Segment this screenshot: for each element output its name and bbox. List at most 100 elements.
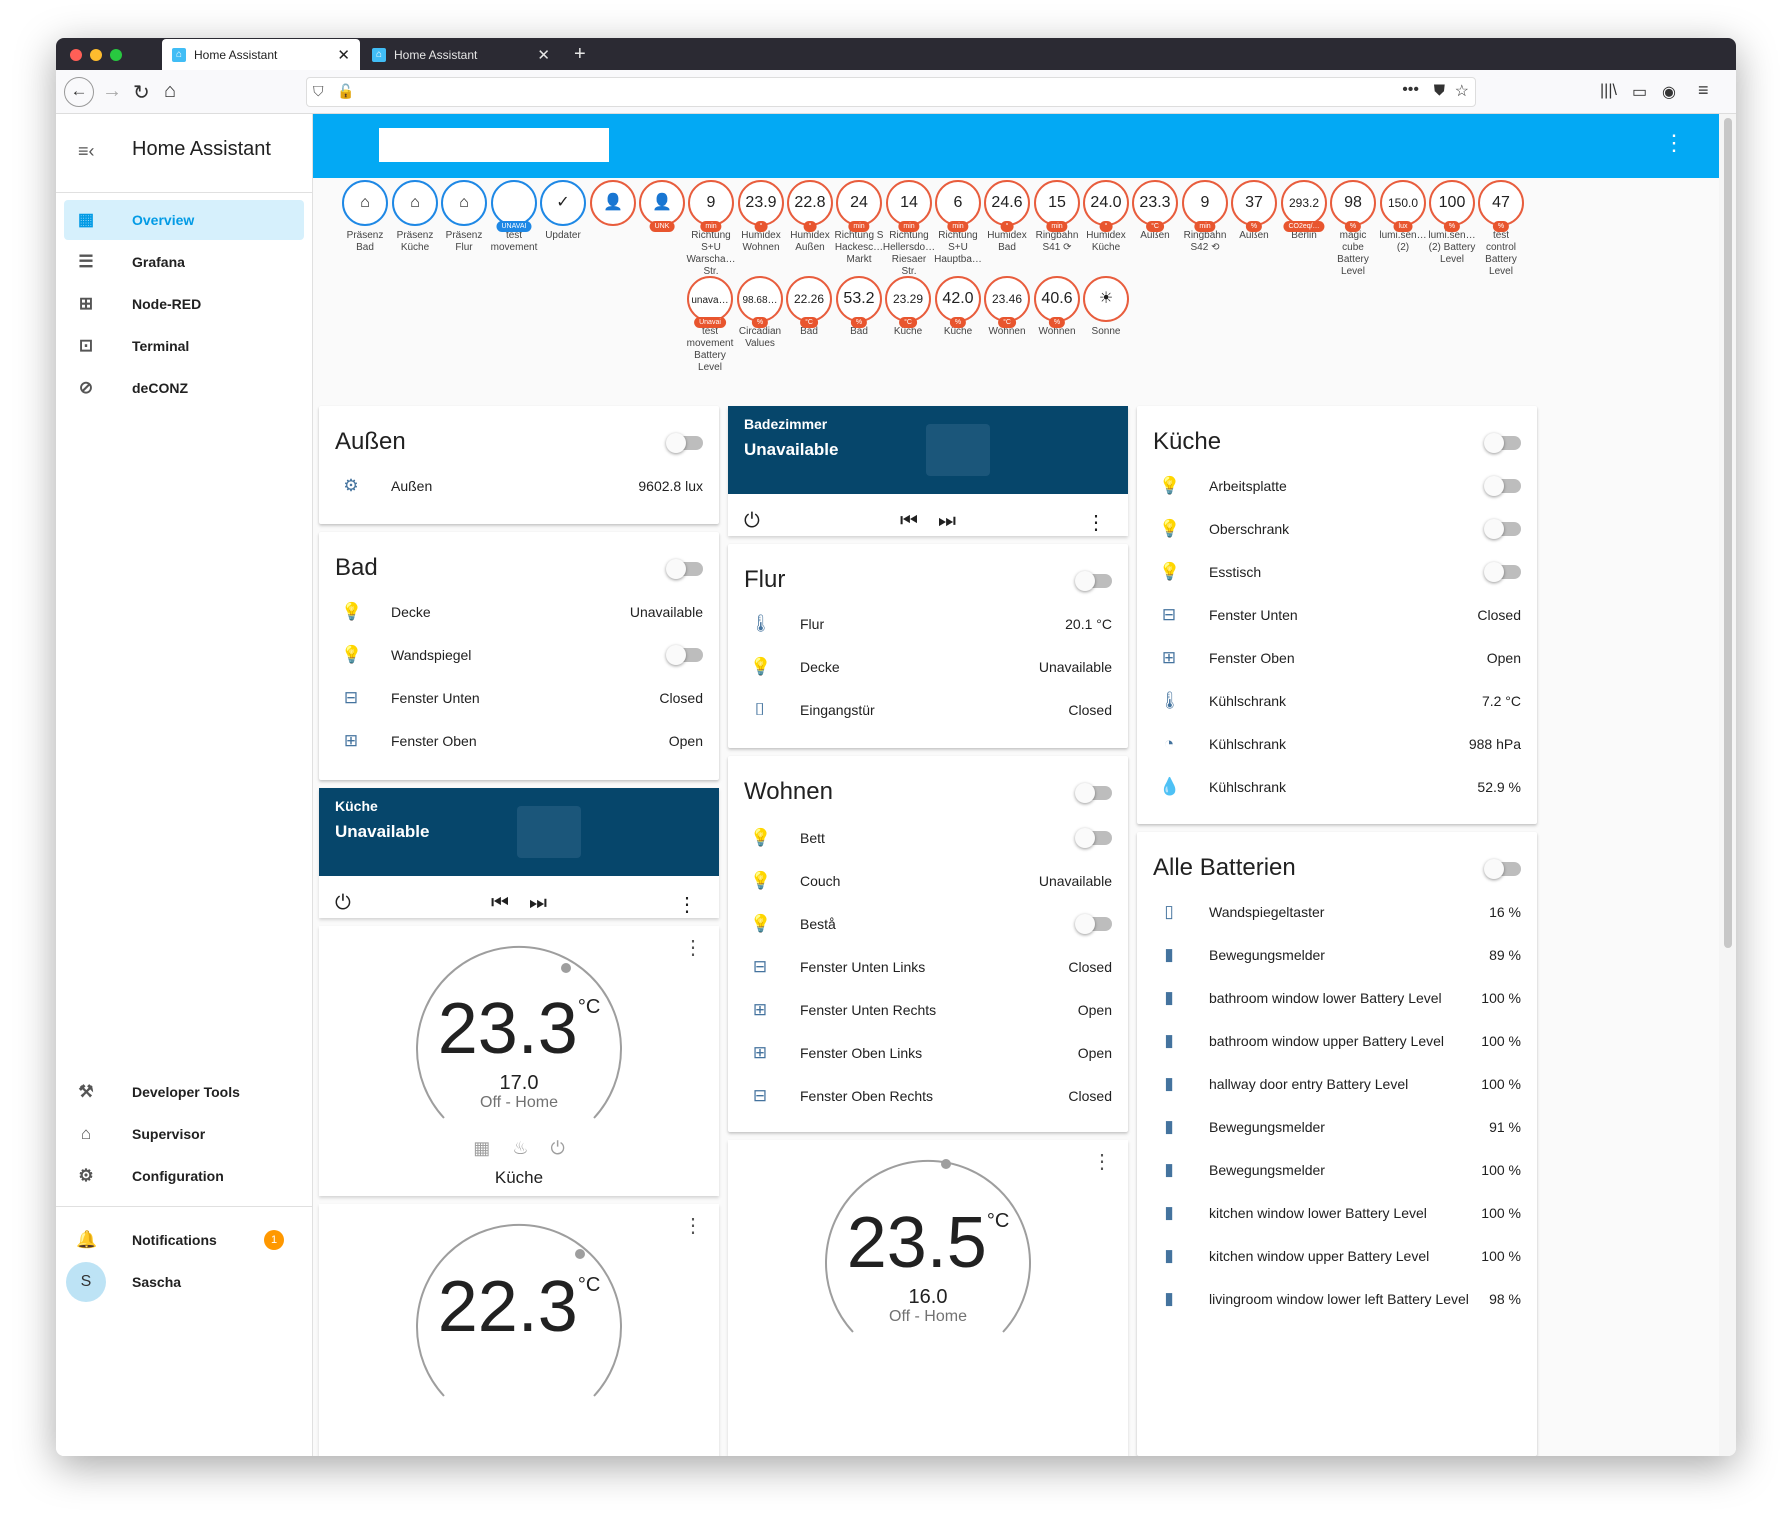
entity-row[interactable]: ⚙ Außen 9602.8 lux (319, 466, 719, 506)
menu-icon[interactable]: ≡ (1698, 80, 1709, 101)
overflow-menu-icon[interactable]: ⋮ (1086, 510, 1106, 535)
card-toggle[interactable] (1075, 571, 1112, 591)
badge[interactable]: ☀ Sonne (1076, 276, 1136, 338)
entity-row[interactable]: ▮ kitchen window upper Battery Level 100 % (1137, 1236, 1537, 1276)
badge-circle: 22.8 ° (787, 180, 833, 232)
account-icon[interactable]: ◉ (1662, 82, 1676, 102)
entity-toggle[interactable] (1075, 914, 1112, 934)
bookmark-star-icon[interactable]: ☆ (1455, 81, 1469, 101)
card-toggle[interactable] (1075, 783, 1112, 803)
entity-toggle[interactable] (1075, 828, 1112, 848)
next-track-icon[interactable]: ⏭ (529, 892, 547, 915)
url-bar[interactable]: ⛉ 🔓 ••• ⛊ ☆ (306, 77, 1476, 107)
entity-row[interactable]: 💡 Esstisch (1137, 552, 1537, 592)
next-track-icon[interactable]: ⏭ (938, 510, 956, 533)
entity-row[interactable]: ▮ Bewegungsmelder 100 % (1137, 1150, 1537, 1190)
card-toggle[interactable] (666, 433, 703, 453)
card-title: Wohnen (744, 778, 833, 805)
close-tab-icon[interactable]: ✕ (337, 46, 350, 64)
badge-circle: 150.0 lux (1380, 180, 1426, 232)
power-icon[interactable]: ⏻ (744, 510, 760, 533)
entity-row[interactable]: ⊟ Fenster Oben Rechts Closed (728, 1076, 1128, 1116)
menu-collapse-icon[interactable]: ≡‹ (78, 141, 95, 162)
entity-row[interactable]: 💡 Bett (728, 818, 1128, 858)
forward-icon[interactable]: → (102, 80, 122, 103)
previous-track-icon[interactable]: ⏮ (900, 510, 918, 533)
library-icon[interactable]: |||\ (1600, 82, 1617, 100)
entity-row[interactable]: ◔ Kühlschrank 988 hPa (1137, 724, 1537, 764)
sidebar-item-notifications[interactable]: 🔔 Notifications 1 (64, 1220, 304, 1260)
entity-toggle[interactable] (1484, 519, 1521, 539)
battery-icon: ▮ (1164, 1203, 1174, 1222)
entity-row[interactable]: ⊟ Fenster Unten Closed (1137, 595, 1537, 635)
scrollbar[interactable] (1719, 114, 1736, 1456)
overflow-menu-icon[interactable]: ⋮ (683, 1216, 703, 1236)
back-icon[interactable]: ← (64, 77, 94, 107)
previous-track-icon[interactable]: ⏮ (491, 892, 509, 915)
entity-row[interactable]: ⊞ Fenster Oben Links Open (728, 1033, 1128, 1073)
entity-row[interactable]: 🌡 Kühlschrank 7.2 °C (1137, 681, 1537, 721)
entity-row[interactable]: 💧 Kühlschrank 52.9 % (1137, 767, 1537, 807)
sidebar-toggle-icon[interactable]: ▭ (1632, 82, 1647, 102)
badge[interactable]: 47% test control Battery Level (1471, 180, 1531, 278)
entity-row[interactable]: ▮ kitchen window lower Battery Level 100 % (1137, 1193, 1537, 1233)
entity-row[interactable]: 💡 Arbeitsplatte (1137, 466, 1537, 506)
entity-row[interactable]: ▯ Wandspiegeltaster 16 % (1137, 892, 1537, 932)
sidebar-item-overview[interactable]: ▦ Overview (64, 200, 304, 240)
tab-home-assistant-1[interactable]: ⌂ Home Assistant ✕ (162, 39, 360, 70)
sidebar-item-developer-tools[interactable]: ⚒ Developer Tools (64, 1072, 304, 1112)
card-toggle[interactable] (1484, 433, 1521, 453)
entity-row[interactable]: ▮ livingroom window lower left Battery Le… (1137, 1279, 1537, 1319)
sidebar-item-deconz[interactable]: ⊘ deCONZ (64, 368, 304, 408)
entity-row[interactable]: 💡 Bestå (728, 904, 1128, 944)
entity-toggle[interactable] (1484, 562, 1521, 582)
entity-row[interactable]: 💡 Decke Unavailable (728, 647, 1128, 687)
entity-row[interactable]: 💡 Decke Unavailable (319, 592, 719, 632)
new-tab-button[interactable]: + (564, 39, 596, 70)
fire-icon[interactable]: ♨ (512, 1138, 550, 1158)
overflow-menu-icon[interactable]: ⋮ (677, 892, 697, 917)
entity-row[interactable]: ▮ Bewegungsmelder 89 % (1137, 935, 1537, 975)
toolbar-title-field[interactable] (379, 128, 609, 162)
entity-toggle[interactable] (666, 645, 703, 665)
entity-toggle[interactable] (1484, 476, 1521, 496)
home-icon[interactable]: ⌂ (164, 80, 176, 103)
entity-row[interactable]: 💡 Wandspiegel (319, 635, 719, 675)
sidebar-item-user[interactable]: S Sascha (64, 1262, 304, 1302)
entity-row[interactable]: ⊟ Fenster Unten Closed (319, 678, 719, 718)
sidebar-item-terminal[interactable]: ⊡ Terminal (64, 326, 304, 366)
entity-row[interactable]: ▮ bathroom window upper Battery Level 100 … (1137, 1021, 1537, 1061)
entity-row[interactable]: ⊟ Fenster Unten Links Closed (728, 947, 1128, 987)
schedule-icon[interactable]: ▦ (473, 1138, 512, 1158)
overflow-menu-icon[interactable]: ⋮ (683, 938, 703, 958)
more-icon[interactable]: ••• (1402, 81, 1419, 99)
entity-row[interactable]: ⊞ Fenster Oben Open (1137, 638, 1537, 678)
reload-icon[interactable]: ↻ (133, 80, 150, 105)
entity-row[interactable]: 🌡 Flur 20.1 °C (728, 604, 1128, 644)
entity-row[interactable]: ⊞ Fenster Unten Rechts Open (728, 990, 1128, 1030)
power-icon[interactable]: ⏻ (335, 892, 351, 915)
entity-row[interactable]: 💡 Couch Unavailable (728, 861, 1128, 901)
entity-row[interactable]: ▮ bathroom window lower Battery Level 100 … (1137, 978, 1537, 1018)
sidebar-item-supervisor[interactable]: ⌂ Supervisor (64, 1114, 304, 1154)
sidebar-item-node-red[interactable]: ⊞ Node-RED (64, 284, 304, 324)
home-assistant-icon: ⌂ (80, 1124, 92, 1143)
pocket-icon[interactable]: ⛊ (1434, 82, 1445, 99)
tab-home-assistant-2[interactable]: ⌂ Home Assistant ✕ (362, 39, 560, 70)
card-toggle[interactable] (666, 559, 703, 579)
entity-row[interactable]: 💡 Oberschrank (1137, 509, 1537, 549)
entity-row[interactable]: ▮ Bewegungsmelder 91 % (1137, 1107, 1537, 1147)
badge-unit: % (949, 317, 967, 328)
sidebar-item-configuration[interactable]: ⚙ Configuration (64, 1156, 304, 1196)
close-tab-icon[interactable]: ✕ (537, 46, 550, 64)
entity-row[interactable]: ▮ hallway door entry Battery Level 100 % (1137, 1064, 1537, 1104)
entity-row[interactable]: ⊞ Fenster Oben Open (319, 721, 719, 761)
overflow-menu-icon[interactable]: ⋮ (1092, 1152, 1112, 1172)
sidebar-item-grafana[interactable]: ☰ Grafana (64, 242, 304, 282)
card-toggle[interactable] (1484, 859, 1521, 879)
overflow-menu-icon[interactable]: ⋮ (1663, 132, 1685, 154)
scrollbar-thumb[interactable] (1724, 118, 1732, 948)
power-icon[interactable]: ⏻ (550, 1138, 586, 1158)
entity-row[interactable]: ⌷ Eingangstür Closed (728, 690, 1128, 730)
battery-icon: ▮ (1164, 945, 1174, 964)
